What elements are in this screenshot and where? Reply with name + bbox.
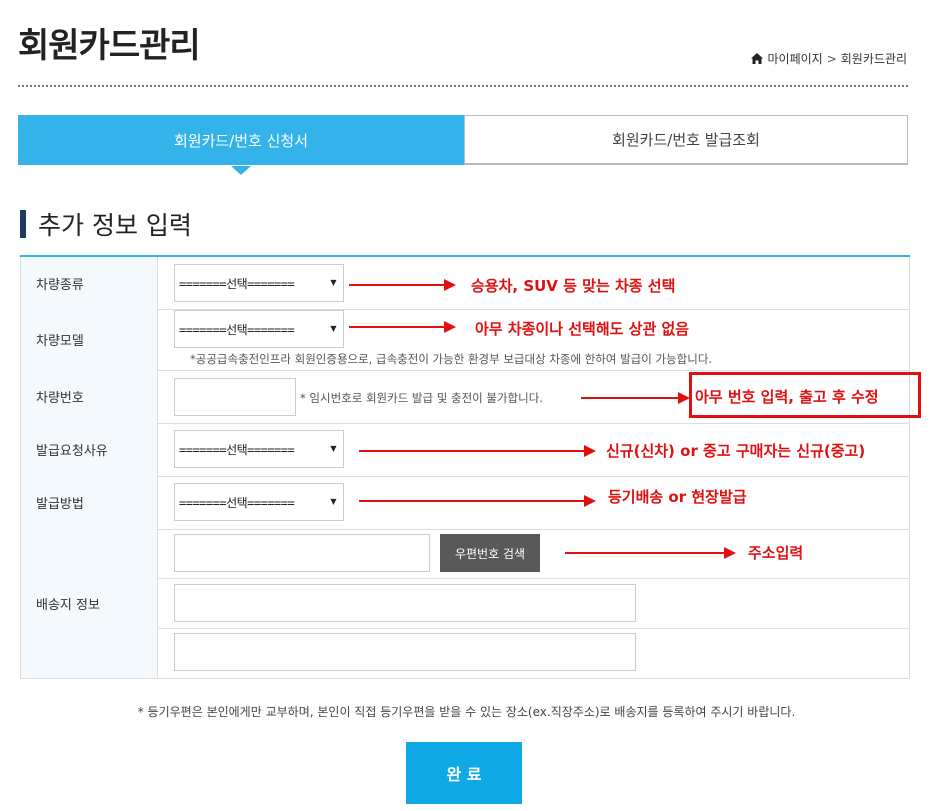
shipping-footnote: * 등기우편은 본인에게만 교부하며, 본인이 직접 등기우편을 받을 수 있는… (137, 705, 796, 719)
annotation-arrow (349, 326, 445, 328)
row-vehicle-type: 차량종류 =======선택======= ▼ (20, 257, 910, 310)
annotation-issue-method: 등기배송 or 현장발급 (608, 488, 747, 506)
tab-pointer (231, 166, 251, 175)
select-value: =======선택======= (179, 276, 295, 291)
annotation-vehicle-number: 아무 번호 입력, 출고 후 수정 (695, 388, 879, 406)
home-icon[interactable] (751, 53, 764, 64)
select-value: =======선택======= (179, 495, 295, 510)
arrow-head-icon (584, 445, 596, 457)
divider (158, 628, 909, 629)
vehicle-number-note: * 임시번호로 회원카드 발급 및 충전이 불가합니다. (300, 391, 543, 405)
zip-code-input[interactable] (174, 534, 430, 572)
select-value: =======선택======= (179, 322, 295, 337)
caret-down-icon: ▼ (330, 278, 336, 287)
select-value: =======선택======= (179, 442, 295, 457)
caret-down-icon: ▼ (330, 444, 336, 453)
section-title: 추가 정보 입력 (20, 206, 192, 242)
section-title-text: 추가 정보 입력 (38, 211, 192, 240)
submit-button[interactable]: 완 료 (406, 742, 522, 804)
vehicle-type-select[interactable]: =======선택======= ▼ (174, 264, 344, 302)
caret-down-icon: ▼ (330, 497, 336, 506)
annotation-arrow (349, 284, 445, 286)
address-detail-input[interactable] (174, 633, 636, 671)
tab-application[interactable]: 회원카드/번호 신청서 (18, 115, 464, 175)
arrow-head-icon (444, 321, 456, 333)
label-issue-method: 발급방법 (20, 476, 158, 529)
vehicle-number-input[interactable] (174, 378, 296, 416)
annotation-zip: 주소입력 (748, 544, 804, 562)
arrow-head-icon (444, 279, 456, 291)
issue-method-select[interactable]: =======선택======= ▼ (174, 483, 344, 521)
breadcrumb: 마이페이지 > 회원카드관리 (751, 50, 907, 67)
breadcrumb-item-mypage[interactable]: 마이페이지 (767, 50, 822, 67)
zip-search-button[interactable]: 우편번호 검색 (440, 534, 540, 572)
caret-down-icon: ▼ (330, 324, 336, 333)
divider (18, 85, 908, 87)
label-issue-reason: 발급요청사유 (20, 423, 158, 476)
vehicle-model-select[interactable]: =======선택======= ▼ (174, 310, 344, 348)
row-issue-method: 발급방법 =======선택======= ▼ (20, 476, 910, 530)
tab-bar: 회원카드/번호 신청서 회원카드/번호 발급조회 (18, 115, 908, 175)
arrow-head-icon (724, 547, 736, 559)
field-issue-method: =======선택======= ▼ (158, 476, 910, 529)
vehicle-model-note: *공공급속충전인프라 회원인증용으로, 급속충전이 가능한 환경부 보급대상 차… (190, 352, 713, 366)
label-shipping: 배송지 정보 (20, 529, 158, 678)
tab-issue-inquiry[interactable]: 회원카드/번호 발급조회 (464, 115, 908, 165)
label-vehicle-type: 차량종류 (20, 257, 158, 309)
annotation-issue-reason: 신규(신차) or 중고 구매자는 신규(중고) (606, 442, 866, 460)
annotation-vehicle-type: 승용차, SUV 등 맞는 차종 선택 (471, 277, 676, 295)
label-vehicle-number: 차량번호 (20, 370, 158, 423)
breadcrumb-item-current: 회원카드관리 (840, 52, 907, 66)
row-vehicle-model: 차량모델 =======선택======= ▼ *공공급속충전인프라 회원인증용… (20, 309, 910, 371)
address-input[interactable] (174, 584, 636, 622)
annotation-arrow (581, 397, 679, 399)
page-title: 회원카드관리 (18, 26, 201, 66)
annotation-vehicle-model: 아무 차종이나 선택해도 상관 없음 (475, 320, 690, 338)
annotation-arrow (359, 450, 585, 452)
divider (158, 578, 909, 579)
label-vehicle-model: 차량모델 (20, 309, 158, 370)
annotation-arrow (359, 500, 585, 502)
section-bar (20, 210, 26, 238)
arrow-head-icon (584, 495, 596, 507)
issue-reason-select[interactable]: =======선택======= ▼ (174, 430, 344, 468)
annotation-arrow (565, 552, 725, 554)
info-form: 차량종류 =======선택======= ▼ 차량모델 =======선택==… (20, 255, 910, 679)
chevron-right-icon: > (826, 51, 837, 66)
tab-label: 회원카드/번호 발급조회 (612, 131, 760, 149)
tab-label: 회원카드/번호 신청서 (173, 132, 309, 150)
